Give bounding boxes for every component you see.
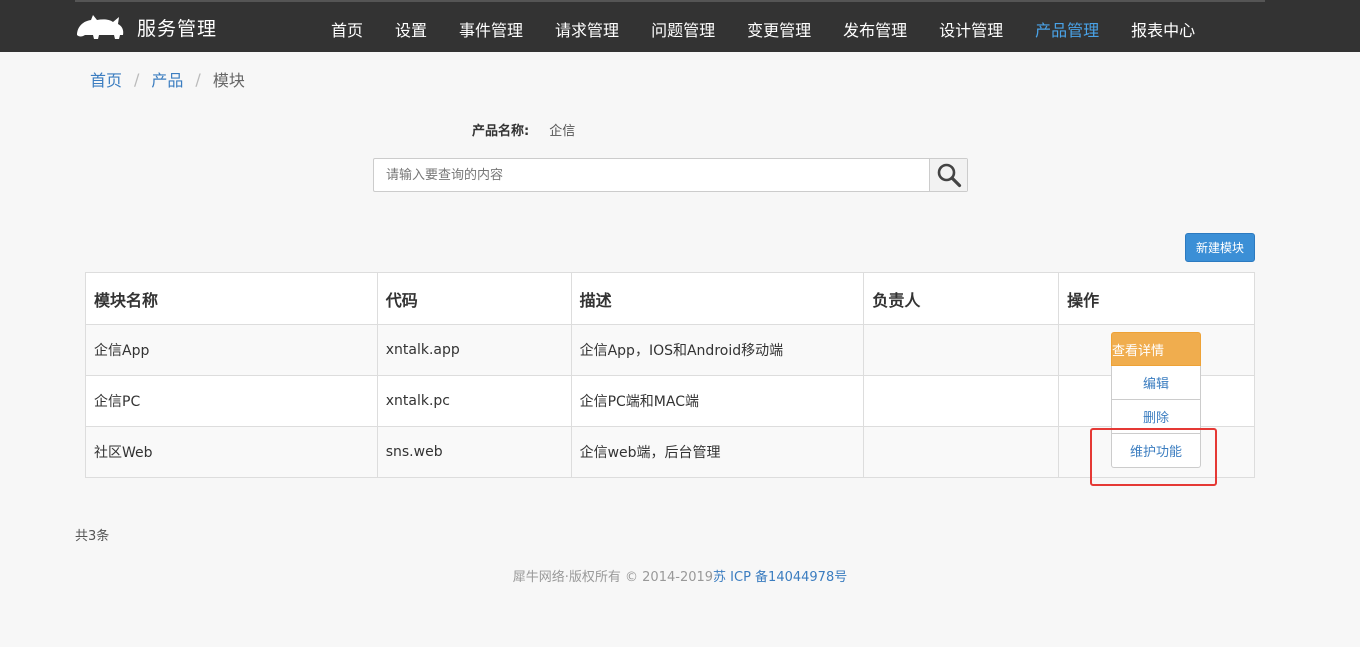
module-code-cell: xntalk.app (376, 324, 572, 376)
new-module-button[interactable]: 新建模块 (1185, 233, 1255, 262)
nav-item-problem[interactable]: 问题管理 (635, 0, 731, 52)
rhino-icon (77, 15, 124, 39)
main-nav: 首页 设置 事件管理 请求管理 问题管理 变更管理 发布管理 设计管理 产品管理… (315, 0, 1211, 52)
breadcrumb-home[interactable]: 首页 (90, 67, 122, 91)
column-header-owner: 负责人 (863, 272, 1060, 325)
breadcrumb-current: 模块 (212, 71, 245, 90)
nav-item-reports[interactable]: 报表中心 (1115, 0, 1211, 52)
search-icon (937, 163, 961, 188)
product-name-label: 产品名称: (472, 124, 530, 139)
nav-item-product[interactable]: 产品管理 (1019, 0, 1115, 52)
module-code-cell: xntalk.pc (376, 375, 572, 427)
brand-title: 服务管理 (137, 17, 218, 40)
nav-item-design[interactable]: 设计管理 (923, 0, 1019, 52)
breadcrumb-separator: / (195, 69, 201, 89)
nav-item-incident[interactable]: 事件管理 (443, 0, 539, 52)
brand[interactable]: 服务管理 (75, 11, 217, 43)
delete-button[interactable]: 删除 (1111, 400, 1201, 434)
edit-button[interactable]: 编辑 (1111, 366, 1201, 400)
view-details-button[interactable]: 查看详情 (1111, 332, 1201, 366)
actions-dropdown: 查看详情 编辑 删除 维护功能 (1111, 332, 1201, 468)
breadcrumb-separator: / (134, 69, 140, 89)
module-owner-cell (863, 324, 1060, 376)
module-desc-cell: 企信web端，后台管理 (570, 426, 865, 478)
search-input[interactable] (374, 159, 929, 191)
module-table: 模块名称 代码 描述 负责人 操作 企信App xntalk.app 企信App… (85, 272, 1255, 478)
module-name-cell: 企信PC (85, 375, 378, 427)
footer: 犀牛网络·版权所有 © 2014-2019苏 ICP 备14044978号 (0, 566, 1360, 585)
module-name-cell: 企信App (85, 324, 378, 376)
search-bar (373, 158, 968, 192)
search-button[interactable] (929, 159, 967, 191)
nav-item-request[interactable]: 请求管理 (539, 0, 635, 52)
module-desc-cell: 企信PC端和MAC端 (570, 375, 865, 427)
nav-item-release[interactable]: 发布管理 (827, 0, 923, 52)
module-owner-cell (863, 426, 1060, 478)
maintain-functions-button[interactable]: 维护功能 (1111, 434, 1201, 468)
column-header-code: 代码 (376, 272, 572, 325)
column-header-actions: 操作 (1058, 272, 1255, 325)
footer-icp-link[interactable]: 苏 ICP 备14044978号 (713, 570, 847, 585)
breadcrumb: 首页 / 产品 / 模块 (90, 67, 245, 91)
breadcrumb-product[interactable]: 产品 (151, 67, 183, 91)
module-owner-cell (863, 375, 1060, 427)
footer-copyright: 犀牛网络·版权所有 © 2014-2019 (512, 570, 714, 585)
module-desc-cell: 企信App，IOS和Android移动端 (570, 324, 865, 376)
module-code-cell: sns.web (376, 426, 572, 478)
nav-item-home[interactable]: 首页 (315, 0, 379, 52)
product-name-value: 企信 (549, 124, 576, 139)
nav-item-settings[interactable]: 设置 (379, 0, 443, 52)
column-header-name: 模块名称 (85, 272, 378, 325)
product-info: 产品名称: 企信 (472, 120, 575, 139)
total-count: 共3条 (75, 529, 110, 544)
table-header-row: 模块名称 代码 描述 负责人 操作 (85, 272, 1255, 325)
top-navbar: 服务管理 首页 设置 事件管理 请求管理 问题管理 变更管理 发布管理 设计管理… (0, 0, 1360, 52)
nav-item-change[interactable]: 变更管理 (731, 0, 827, 52)
module-name-cell: 社区Web (85, 426, 378, 478)
table-row: 企信PC xntalk.pc 企信PC端和MAC端 (85, 375, 1255, 427)
column-header-desc: 描述 (570, 272, 865, 325)
table-row: 社区Web sns.web 企信web端，后台管理 (85, 426, 1255, 478)
table-row: 企信App xntalk.app 企信App，IOS和Android移动端 (85, 324, 1255, 376)
